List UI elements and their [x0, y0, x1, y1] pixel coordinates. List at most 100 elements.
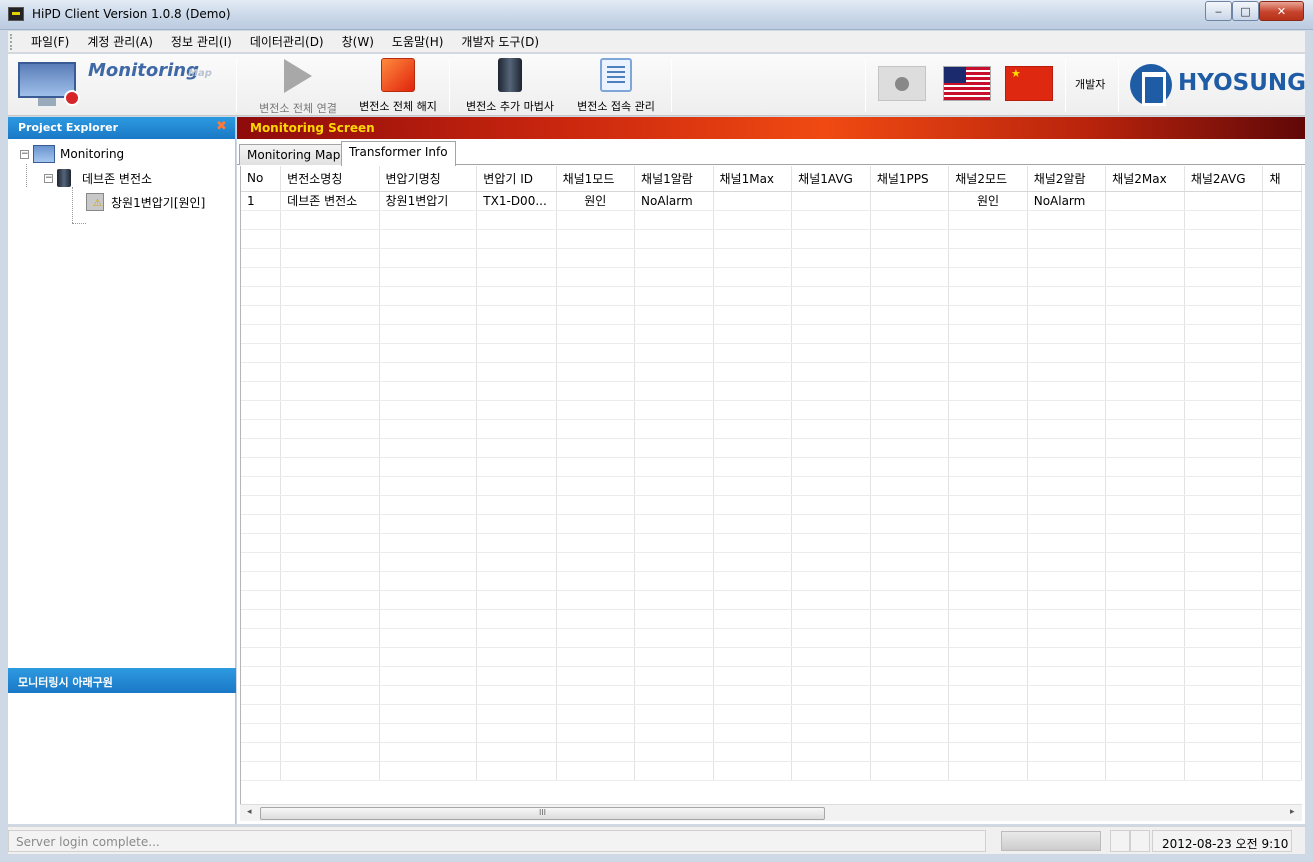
tree-node-substation[interactable]: − 데브존 변전소 [44, 167, 152, 189]
toolbar-separator [865, 58, 866, 112]
table-cell [713, 343, 793, 363]
column-header[interactable]: 채널1AVG [791, 166, 871, 192]
collapse-icon[interactable]: − [20, 149, 29, 159]
tab-monitoring-map[interactable]: Monitoring Map [239, 144, 349, 165]
table-cell [241, 419, 282, 439]
table-cell [556, 324, 636, 344]
table-cell [791, 362, 871, 382]
table-cell [791, 229, 871, 249]
table-cell [476, 628, 557, 648]
table-cell [280, 609, 380, 629]
toolbar-separator [449, 58, 450, 112]
column-header[interactable]: 채널1PPS [870, 166, 950, 192]
close-button[interactable]: ✕ [1259, 1, 1304, 21]
column-header[interactable]: 채널2모드 [948, 166, 1028, 192]
menu-file[interactable]: 파일(F) [22, 32, 78, 52]
menu-info[interactable]: 정보 관리(I) [162, 32, 241, 52]
table-cell [870, 514, 950, 534]
menu-window[interactable]: 창(W) [333, 32, 383, 52]
table-cell [634, 533, 714, 553]
table-cell [476, 723, 557, 743]
column-header[interactable]: 채널1알람 [634, 166, 714, 192]
korean-flag-icon[interactable] [878, 66, 926, 101]
table-cell [713, 476, 793, 496]
add-substation-wizard-button[interactable]: 변전소 추가 마법사 [460, 58, 560, 114]
menu-account[interactable]: 계정 관리(A) [78, 32, 162, 52]
toolbar: Monitoring Map 변전소 전체 연결 변전소 전체 해지 변전소 추… [8, 54, 1306, 116]
table-cell [1262, 666, 1302, 686]
table-cell [713, 533, 793, 553]
table-cell [634, 761, 714, 781]
menu-dev-tools[interactable]: 개발자 도구(D) [452, 32, 548, 52]
table-cell [1105, 267, 1185, 287]
column-header[interactable]: 채 [1262, 166, 1302, 192]
table-cell [1184, 305, 1264, 325]
disconnect-all-button[interactable]: 변전소 전체 해지 [348, 58, 448, 114]
scroll-right-icon[interactable]: ▸ [1290, 807, 1295, 817]
empty-row [241, 476, 1302, 496]
empty-row [241, 495, 1302, 515]
table-cell [476, 248, 557, 268]
table-cell [1105, 229, 1185, 249]
table-cell [556, 704, 636, 724]
column-header[interactable]: 채널2Max [1105, 166, 1185, 192]
table-cell [791, 647, 871, 667]
table-cell [241, 685, 282, 705]
table-cell [634, 742, 714, 762]
table-cell [1105, 761, 1185, 781]
table-cell [476, 343, 557, 363]
connect-all-button[interactable]: 변전소 전체 연결 [248, 58, 348, 115]
table-cell [1184, 590, 1264, 610]
table-cell [1262, 400, 1302, 420]
table-cell [476, 362, 557, 382]
table-cell [1184, 514, 1264, 534]
scroll-left-icon[interactable]: ◂ [247, 807, 252, 817]
table-cell [791, 723, 871, 743]
table-cell [634, 343, 714, 363]
table-cell [1262, 742, 1302, 762]
table-cell [870, 286, 950, 306]
column-header[interactable]: 채널1Max [713, 166, 793, 192]
empty-row [241, 286, 1302, 306]
hyosung-logo: HYOSUNG [1130, 64, 1306, 106]
table-cell [1262, 305, 1302, 325]
table-cell [1027, 457, 1107, 477]
column-header[interactable]: 채널1모드 [556, 166, 636, 192]
table-cell: 원인 [556, 191, 636, 211]
table-cell [1105, 476, 1185, 496]
menu-help[interactable]: 도움말(H) [383, 32, 453, 52]
table-cell: 데브존 변전소 [280, 191, 380, 211]
table-cell [379, 514, 478, 534]
table-cell [556, 552, 636, 572]
connection-management-button[interactable]: 변전소 접속 관리 [566, 58, 666, 114]
tab-transformer-info[interactable]: Transformer Info [341, 141, 456, 166]
empty-row [241, 457, 1302, 477]
horizontal-scrollbar[interactable]: ◂ III ▸ [240, 804, 1302, 821]
scrollbar-thumb[interactable]: III [260, 807, 825, 820]
maximize-button[interactable]: □ [1232, 1, 1259, 21]
developer-button[interactable]: 개발자 [1075, 76, 1105, 92]
column-header[interactable]: 채널2알람 [1027, 166, 1107, 192]
table-cell [870, 742, 950, 762]
column-header[interactable]: No [241, 166, 282, 192]
column-header[interactable]: 변전소명칭 [280, 166, 380, 192]
column-header[interactable]: 변압기 ID [476, 166, 557, 192]
close-panel-icon[interactable]: ✖ [216, 120, 229, 133]
menu-data[interactable]: 데이터관리(D) [241, 32, 333, 52]
column-header[interactable]: 변압기명칭 [379, 166, 478, 192]
table-cell [1027, 286, 1107, 306]
table-cell [280, 590, 380, 610]
table-cell [634, 457, 714, 477]
tree-node-transformer[interactable]: 창원1변압기[원인] [86, 191, 205, 213]
minimize-button[interactable]: ‒ [1205, 1, 1232, 21]
us-flag-icon[interactable] [943, 66, 991, 101]
table-cell [280, 666, 380, 686]
table-row[interactable]: 1 데브존 변전소 창원1변압기 TX1-D00... 원인 NoAlarm 원인 NoAla… [241, 191, 1302, 211]
china-flag-icon[interactable] [1005, 66, 1053, 101]
table-cell [379, 552, 478, 572]
table-cell [1105, 419, 1185, 439]
column-header[interactable]: 채널2AVG [1184, 166, 1264, 192]
collapse-icon[interactable]: − [44, 173, 53, 183]
tree-node-label: 데브존 변전소 [82, 171, 153, 186]
tree-node-monitoring[interactable]: − Monitoring [20, 143, 124, 165]
